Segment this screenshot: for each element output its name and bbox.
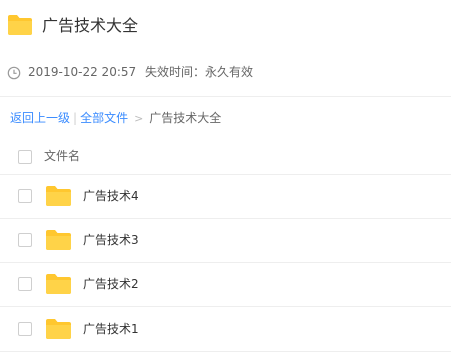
breadcrumb-separator: | xyxy=(73,111,78,125)
row-checkbox[interactable] xyxy=(18,189,32,203)
folder-icon xyxy=(45,185,72,211)
divider xyxy=(0,351,451,352)
row-checkbox[interactable] xyxy=(18,277,32,291)
list-item[interactable]: 广告技术3 xyxy=(0,218,451,262)
column-header-filename: 文件名 xyxy=(44,149,81,163)
share-meta: 2019-10-22 20:57 失效时间：永久有效 xyxy=(0,58,451,86)
list-item[interactable]: 广告技术1 xyxy=(0,307,451,351)
breadcrumb: 返回上一级 | 全部文件 > 广告技术大全 xyxy=(10,110,221,127)
folder-icon xyxy=(7,14,33,40)
expiry-text: 失效时间：永久有效 xyxy=(145,65,254,79)
file-name[interactable]: 广告技术1 xyxy=(83,321,139,337)
file-name[interactable]: 广告技术4 xyxy=(83,188,139,204)
breadcrumb-arrow: > xyxy=(134,112,144,125)
list-item[interactable]: 广告技术2 xyxy=(0,262,451,306)
back-link[interactable]: 返回上一级 xyxy=(10,111,70,125)
file-name[interactable]: 广告技术2 xyxy=(83,276,139,292)
folder-icon xyxy=(45,273,72,299)
breadcrumb-current: 广告技术大全 xyxy=(149,111,222,125)
clock-icon xyxy=(7,66,21,83)
share-date: 2019-10-22 20:57 xyxy=(28,65,137,79)
header: 广告技术大全 xyxy=(0,0,451,52)
list-item[interactable]: 广告技术4 xyxy=(0,174,451,218)
row-checkbox[interactable] xyxy=(18,233,32,247)
list-header: 文件名 xyxy=(0,140,451,174)
all-files-link[interactable]: 全部文件 xyxy=(80,111,128,125)
page-title: 广告技术大全 xyxy=(42,16,139,35)
folder-icon xyxy=(45,318,72,344)
divider xyxy=(0,96,451,97)
file-name[interactable]: 广告技术3 xyxy=(83,232,139,248)
share-page: 广告技术大全 2019-10-22 20:57 失效时间：永久有效 返回上一级 |… xyxy=(0,0,451,353)
select-all-checkbox[interactable] xyxy=(18,150,32,164)
folder-icon xyxy=(45,229,72,255)
row-checkbox[interactable] xyxy=(18,322,32,336)
